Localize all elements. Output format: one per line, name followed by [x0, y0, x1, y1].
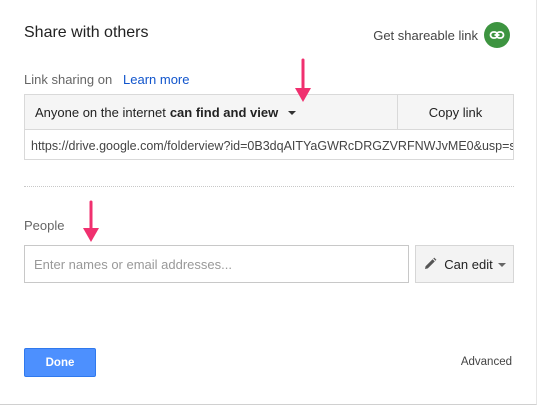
dropdown-caret-icon: [497, 263, 506, 267]
link-sharing-label: Link sharing on: [24, 72, 113, 87]
learn-more-link[interactable]: Learn more: [123, 72, 189, 87]
permission-dropdown[interactable]: Can edit: [415, 245, 514, 283]
link-access-dropdown[interactable]: Anyone on the internet can find and view: [25, 95, 398, 129]
pencil-icon: [425, 257, 437, 269]
done-button[interactable]: Done: [24, 348, 96, 377]
share-url-field[interactable]: https://drive.google.com/folderview?id=0…: [25, 130, 513, 161]
link-sharing-box: Anyone on the internet can find and view…: [24, 94, 514, 160]
people-label: People: [24, 218, 65, 233]
dropdown-caret-icon: [288, 111, 297, 115]
arrow-down-icon: [295, 58, 311, 102]
permission-label: Can edit: [444, 256, 493, 272]
share-dialog: Share with others Get shareable link Lin…: [0, 0, 537, 405]
copy-link-button[interactable]: Copy link: [398, 95, 513, 129]
advanced-link[interactable]: Advanced: [461, 356, 512, 368]
link-sharing-controls: Anyone on the internet can find and view…: [25, 95, 513, 130]
access-prefix: Anyone on the internet: [35, 104, 166, 120]
dialog-title: Share with others: [24, 24, 149, 41]
get-shareable-link-label: Get shareable link: [373, 27, 478, 43]
link-icon[interactable]: [484, 22, 510, 48]
arrow-down-icon: [83, 200, 99, 242]
people-input[interactable]: [24, 245, 409, 283]
get-shareable-link-button[interactable]: Get shareable link: [373, 22, 510, 48]
section-divider: [24, 186, 514, 187]
access-level: can find and view: [169, 104, 279, 120]
